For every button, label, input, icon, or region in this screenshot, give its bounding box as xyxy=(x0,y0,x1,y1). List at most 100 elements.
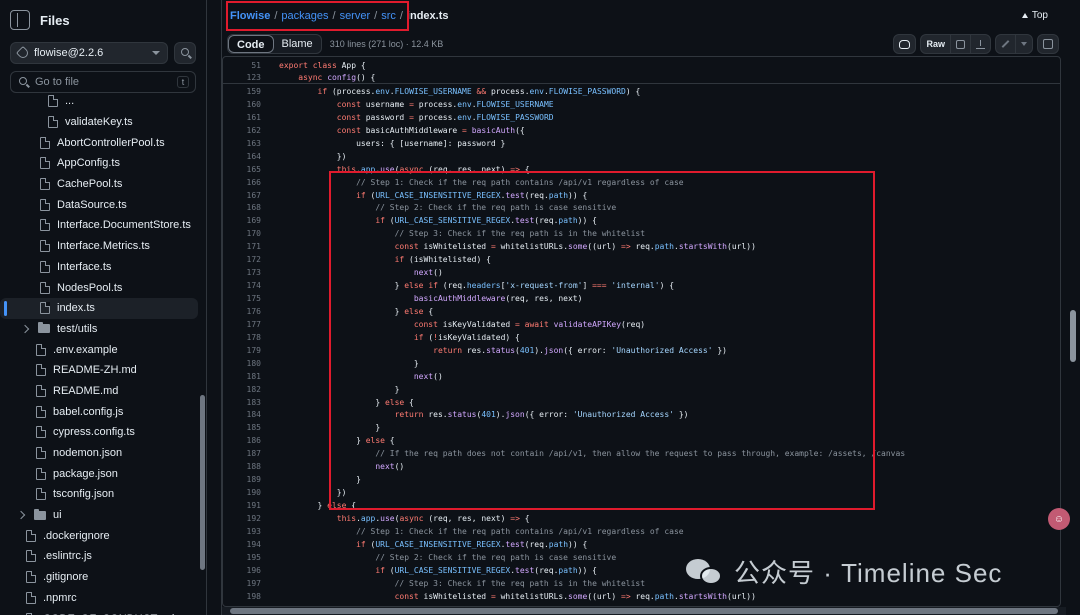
tree-file[interactable]: validateKey.ts xyxy=(0,112,198,133)
symbols-panel-icon xyxy=(1043,39,1053,49)
line-number[interactable]: 162 xyxy=(223,125,261,138)
breadcrumb-link[interactable]: packages xyxy=(281,10,328,22)
tree-file[interactable]: .eslintrc.js xyxy=(0,546,198,567)
tree-file[interactable]: babel.config.js xyxy=(0,401,198,422)
line-number[interactable]: 173 xyxy=(223,267,261,280)
tree-folder[interactable]: test/utils xyxy=(0,319,198,340)
line-number[interactable]: 185 xyxy=(223,422,261,435)
tree-file[interactable]: NodesPool.ts xyxy=(0,277,198,298)
horizontal-scrollbar[interactable] xyxy=(222,607,1067,615)
tree-file[interactable]: README-ZH.md xyxy=(0,360,198,381)
top-button[interactable]: Top xyxy=(1021,10,1048,21)
line-number[interactable]: 165 xyxy=(223,164,261,177)
line-number[interactable]: 166 xyxy=(223,177,261,190)
tree-file[interactable]: Interface.ts xyxy=(0,257,198,278)
copilot-button[interactable] xyxy=(893,34,917,54)
line-number[interactable]: 193 xyxy=(223,526,261,539)
page-scrollbar-thumb[interactable] xyxy=(1070,310,1076,362)
horizontal-scrollbar-thumb[interactable] xyxy=(230,608,1058,614)
line-number[interactable]: 188 xyxy=(223,461,261,474)
line-number[interactable]: 161 xyxy=(223,112,261,125)
tree-file[interactable]: .env.example xyxy=(0,339,198,360)
tree-file[interactable]: nodemon.json xyxy=(0,443,198,464)
tree-file[interactable]: index.ts xyxy=(0,297,198,319)
tree-file[interactable]: cypress.config.ts xyxy=(0,422,198,443)
tree-file[interactable]: .npmrc xyxy=(0,588,198,609)
line-number[interactable]: 174 xyxy=(223,280,261,293)
line-number[interactable]: 182 xyxy=(223,384,261,397)
branch-selector[interactable]: flowise@2.2.6 xyxy=(10,42,169,64)
raw-button[interactable]: Raw xyxy=(921,35,950,53)
tree-file[interactable]: AppConfig.ts xyxy=(0,153,198,174)
tree-file[interactable]: .gitignore xyxy=(0,567,198,588)
tree-file[interactable]: ... xyxy=(0,91,198,112)
floating-badge[interactable]: ☺ xyxy=(1048,508,1070,530)
tree-file[interactable]: package.json xyxy=(0,463,198,484)
line-number[interactable]: 159 xyxy=(223,86,261,99)
tab-blame[interactable]: Blame xyxy=(274,35,321,53)
tree-file[interactable]: DataSource.ts xyxy=(0,194,198,215)
go-to-file-input[interactable]: Go to file t xyxy=(10,71,196,93)
line-number[interactable]: 51 xyxy=(223,60,261,72)
chevron-right-icon[interactable] xyxy=(16,510,26,520)
copy-raw-button[interactable] xyxy=(950,35,970,53)
line-number[interactable]: 160 xyxy=(223,99,261,112)
line-number[interactable]: 191 xyxy=(223,500,261,513)
symbols-button[interactable] xyxy=(1037,34,1059,54)
code-line: 191 } else { xyxy=(223,500,1060,513)
tree-file[interactable]: .dockerignore xyxy=(0,525,198,546)
chevron-right-icon[interactable] xyxy=(20,324,30,334)
tree-file[interactable]: Interface.DocumentStore.ts xyxy=(0,215,198,236)
line-number[interactable]: 175 xyxy=(223,293,261,306)
line-number[interactable]: 167 xyxy=(223,190,261,203)
tree-file[interactable]: CODE_OF_CONDUCT.md xyxy=(0,608,198,615)
tree-file[interactable]: CachePool.ts xyxy=(0,174,198,195)
line-number[interactable]: 170 xyxy=(223,228,261,241)
collapse-sidebar-icon[interactable] xyxy=(10,10,30,30)
search-button[interactable] xyxy=(174,42,196,64)
line-number[interactable]: 123 xyxy=(223,72,261,84)
line-number[interactable]: 172 xyxy=(223,254,261,267)
tree-file[interactable]: Interface.Metrics.ts xyxy=(0,236,198,257)
tree-file[interactable]: AbortControllerPool.ts xyxy=(0,132,198,153)
edit-button[interactable] xyxy=(996,35,1015,53)
line-number[interactable]: 177 xyxy=(223,319,261,332)
line-number[interactable]: 198 xyxy=(223,591,261,604)
download-button[interactable] xyxy=(970,35,990,53)
line-source: // Step 1: Check if the req path contain… xyxy=(356,526,684,536)
breadcrumb-link[interactable]: server xyxy=(340,10,371,22)
line-number[interactable]: 186 xyxy=(223,435,261,448)
sidebar-scrollbar[interactable] xyxy=(200,395,205,570)
line-number[interactable]: 194 xyxy=(223,539,261,552)
line-number[interactable]: 171 xyxy=(223,241,261,254)
breadcrumb-link[interactable]: src xyxy=(381,10,396,22)
line-number[interactable]: 163 xyxy=(223,138,261,151)
line-number[interactable]: 178 xyxy=(223,332,261,345)
breadcrumb-link[interactable]: Flowise xyxy=(230,10,270,22)
code-line: 160 const username = process.env.FLOWISE… xyxy=(223,99,1060,112)
line-number[interactable]: 192 xyxy=(223,513,261,526)
line-number[interactable]: 190 xyxy=(223,487,261,500)
line-number[interactable]: 189 xyxy=(223,474,261,487)
edit-menu-button[interactable] xyxy=(1015,35,1032,53)
code-line: 161 const password = process.env.FLOWISE… xyxy=(223,112,1060,125)
tree-file[interactable]: tsconfig.json xyxy=(0,484,198,505)
line-number[interactable]: 184 xyxy=(223,409,261,422)
line-number[interactable]: 179 xyxy=(223,345,261,358)
line-number[interactable]: 180 xyxy=(223,358,261,371)
tree-folder[interactable]: ui xyxy=(0,505,198,526)
line-number[interactable]: 187 xyxy=(223,448,261,461)
line-number[interactable]: 183 xyxy=(223,397,261,410)
tab-code[interactable]: Code xyxy=(228,35,274,53)
line-number[interactable]: 164 xyxy=(223,151,261,164)
line-number[interactable]: 196 xyxy=(223,565,261,578)
line-number[interactable]: 169 xyxy=(223,215,261,228)
line-number[interactable]: 195 xyxy=(223,552,261,565)
line-number[interactable]: 168 xyxy=(223,202,261,215)
line-number[interactable]: 176 xyxy=(223,306,261,319)
line-number[interactable]: 181 xyxy=(223,371,261,384)
line-number[interactable]: 197 xyxy=(223,578,261,591)
breadcrumb-separator: / xyxy=(332,10,336,22)
tree-file[interactable]: README.md xyxy=(0,381,198,402)
page-scrollbar[interactable] xyxy=(1066,40,1080,615)
